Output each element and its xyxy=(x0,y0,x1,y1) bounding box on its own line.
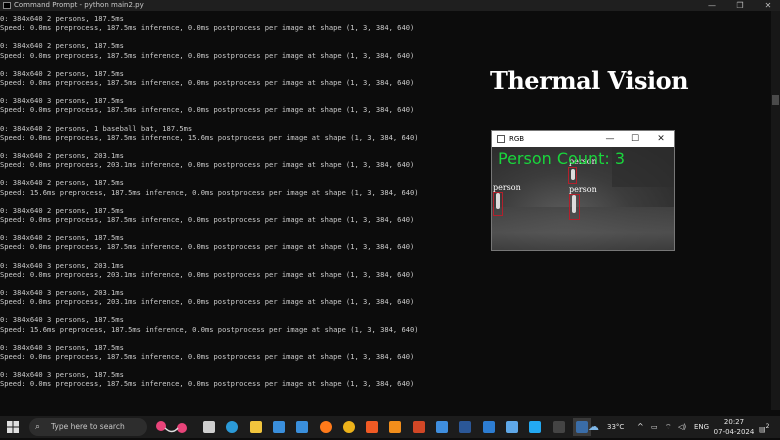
weather-icon[interactable]: ☁ xyxy=(588,416,599,438)
rgb-window-icon xyxy=(497,135,505,143)
volume-icon[interactable]: ◁) xyxy=(678,416,686,438)
brave-icon[interactable] xyxy=(363,418,381,436)
detection-log-line: 0: 384x640 3 persons, 187.5ms xyxy=(0,315,124,325)
console-titlebar[interactable]: Command Prompt - python main2.py — ❐ ✕ xyxy=(0,0,780,11)
rgb-window-title: RGB xyxy=(509,135,525,143)
taskbar-search-box[interactable]: ⌕ Type here to search xyxy=(29,418,147,436)
detection-log-line: 0: 384x640 2 persons, 187.5ms xyxy=(0,14,124,23)
detection-log-line: 0: 384x640 3 persons, 187.5ms xyxy=(0,96,124,106)
speed-log-line: Speed: 0.0ms preprocess, 187.5ms inferen… xyxy=(0,379,415,389)
detection-log-line: 0: 384x640 2 persons, 187.5ms xyxy=(0,41,124,51)
rgb-window[interactable]: RGB — ☐ ✕ person person person Person Co… xyxy=(491,130,675,251)
detection-log-line: 0: 384x640 3 persons, 203.1ms xyxy=(0,287,124,297)
scrollbar-thumb[interactable] xyxy=(772,95,779,105)
console-entry: 0: 384x640 3 persons, 187.5ms Speed: 0.0m… xyxy=(0,370,770,397)
command-prompt-icon xyxy=(3,2,11,9)
thermal-video-frame: person person person Person Count: 3 xyxy=(492,147,674,250)
notification-count: 2 xyxy=(765,423,770,430)
console-entry: 0: 384x640 3 persons, 187.5ms Speed: 0.0m… xyxy=(0,343,770,370)
detection-log-line: 0: 384x640 3 persons, 187.5ms xyxy=(0,370,124,380)
edge-icon[interactable] xyxy=(223,418,241,436)
search-highlight-icon[interactable] xyxy=(150,418,194,436)
rgb-window-titlebar[interactable]: RGB — ☐ ✕ xyxy=(492,131,674,147)
rgb-maximize-button[interactable]: ☐ xyxy=(623,131,647,147)
console-entry: 0: 384x640 2 persons, 187.5ms Speed: 0.0m… xyxy=(0,14,770,41)
notification-icon: ▤ xyxy=(759,425,766,434)
firefox-icon[interactable] xyxy=(317,418,335,436)
window-title: Command Prompt - python main2.py xyxy=(14,1,144,9)
notifications-button[interactable]: ▤2 xyxy=(759,416,769,438)
chrome-icon[interactable] xyxy=(340,418,358,436)
speed-log-line: Speed: 0.0ms preprocess, 187.5ms inferen… xyxy=(0,351,415,361)
detection-label-3: person xyxy=(569,185,597,194)
clock-time: 20:27 xyxy=(723,418,745,426)
search-icon: ⌕ xyxy=(35,422,41,432)
windows-logo-icon xyxy=(7,421,19,433)
chevron-up-icon[interactable]: ^ xyxy=(637,416,644,438)
terminal-icon[interactable] xyxy=(550,418,568,436)
console-entry: 0: 384x640 3 persons, 187.5ms Speed: 0.0m… xyxy=(0,96,770,123)
console-scrollbar[interactable] xyxy=(771,11,780,410)
start-button[interactable] xyxy=(4,418,22,436)
speed-log-line: Speed: 0.0ms preprocess, 203.1ms inferen… xyxy=(0,269,415,279)
image-viewer-icon[interactable] xyxy=(503,418,521,436)
store-icon[interactable] xyxy=(270,418,288,436)
file-explorer-icon[interactable] xyxy=(247,418,265,436)
minimize-button[interactable]: — xyxy=(698,0,726,11)
mail-icon[interactable] xyxy=(293,418,311,436)
language-indicator[interactable]: ENG xyxy=(694,416,709,438)
rgb-close-button[interactable]: ✕ xyxy=(649,131,673,147)
console-entry: 0: 384x640 2 persons, 187.5ms Speed: 0.0m… xyxy=(0,41,770,68)
terrain-shade xyxy=(492,207,674,250)
console-entry: 0: 384x640 3 persons, 203.1ms Speed: 0.0m… xyxy=(0,288,770,315)
thermal-vision-heading: Thermal Vision xyxy=(490,66,689,95)
search-placeholder: Type here to search xyxy=(51,422,125,431)
speed-log-line: Speed: 0.0ms preprocess, 187.5ms inferen… xyxy=(0,23,415,33)
detection-box-1 xyxy=(493,192,503,216)
weather-temperature[interactable]: 33°C xyxy=(607,416,624,438)
clock[interactable]: 20:27 07-04-2024 xyxy=(712,417,756,438)
vscode-icon[interactable] xyxy=(526,418,544,436)
detection-box-2 xyxy=(568,167,577,184)
network-icon[interactable]: ▭ xyxy=(651,416,658,438)
vlc-icon[interactable] xyxy=(386,418,404,436)
speed-log-line: Speed: 15.6ms preprocess, 187.5ms infere… xyxy=(0,324,419,334)
powerpoint-icon[interactable] xyxy=(410,418,428,436)
person-count-text: Person Count: 3 xyxy=(498,149,626,168)
remote-desktop-icon[interactable] xyxy=(480,418,498,436)
speed-log-line: Speed: 0.0ms preprocess, 203.1ms inferen… xyxy=(0,297,415,307)
rgb-minimize-button[interactable]: — xyxy=(598,131,622,147)
photos-icon[interactable] xyxy=(433,418,451,436)
detection-label-1: person xyxy=(493,183,521,192)
detection-log-line: 0: 384x640 3 persons, 203.1ms xyxy=(0,260,124,270)
speed-log-line: Speed: 0.0ms preprocess, 187.5ms inferen… xyxy=(0,50,415,60)
task-view-icon[interactable] xyxy=(200,418,218,436)
console-entry: 0: 384x640 3 persons, 187.5ms Speed: 15.6… xyxy=(0,315,770,342)
windows-taskbar: ⌕ Type here to search ☁ 33°C ^ ▭ ⌔ ◁) EN… xyxy=(0,416,780,438)
close-button[interactable]: ✕ xyxy=(754,0,780,11)
maximize-button[interactable]: ❐ xyxy=(726,0,754,11)
word-icon[interactable] xyxy=(456,418,474,436)
detection-log-line: 0: 384x640 3 persons, 187.5ms xyxy=(0,342,124,352)
detection-box-3 xyxy=(569,194,580,220)
speed-log-line: Speed: 0.0ms preprocess, 187.5ms inferen… xyxy=(0,105,415,115)
console-entry: 0: 384x640 3 persons, 203.1ms Speed: 0.0m… xyxy=(0,261,770,288)
clock-date: 07-04-2024 xyxy=(713,428,755,436)
wifi-icon[interactable]: ⌔ xyxy=(665,416,672,438)
